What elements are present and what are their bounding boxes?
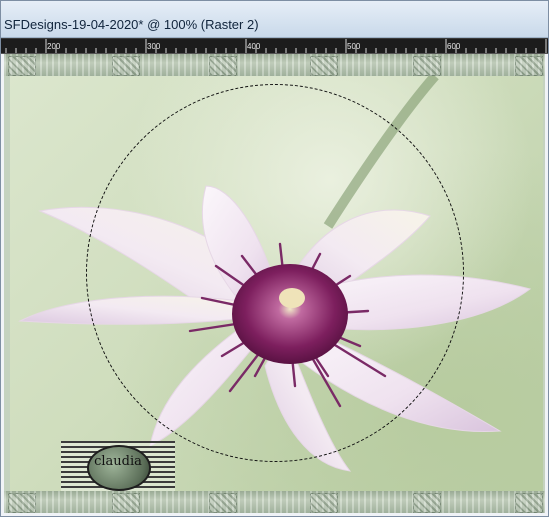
decorative-border-bottom	[4, 491, 545, 513]
ruler-label: 200	[47, 42, 61, 51]
ruler-label: 400	[247, 42, 261, 51]
border-tile	[310, 493, 338, 513]
border-tile	[8, 493, 36, 513]
window-titlebar[interactable]: SFDesigns-19-04-2020* @ 100% (Raster 2)	[1, 1, 548, 38]
border-tile	[8, 56, 36, 76]
border-tile	[209, 493, 237, 513]
border-tile	[515, 56, 543, 76]
ruler-ticks: 200 300 400 500 600	[5, 39, 547, 53]
decorative-border-top	[4, 54, 545, 76]
border-tile	[413, 56, 441, 76]
border-tile	[515, 493, 543, 513]
watermark-text: claudia	[94, 454, 142, 469]
border-tile	[112, 493, 140, 513]
border-tile	[413, 493, 441, 513]
image-window[interactable]: SFDesigns-19-04-2020* @ 100% (Raster 2) …	[0, 0, 549, 517]
ruler-label: 500	[347, 42, 361, 51]
horizontal-ruler[interactable]: 200 300 400 500 600	[1, 38, 548, 54]
window-title: SFDesigns-19-04-2020* @ 100% (Raster 2)	[4, 17, 259, 32]
watermark-badge: claudia	[61, 441, 175, 491]
circular-selection-marquee[interactable]	[86, 84, 464, 462]
image-canvas[interactable]: claudia	[4, 54, 545, 513]
ruler-label: 600	[447, 42, 461, 51]
border-tile	[310, 56, 338, 76]
border-tile	[209, 56, 237, 76]
border-tile	[112, 56, 140, 76]
ruler-label: 300	[147, 42, 161, 51]
